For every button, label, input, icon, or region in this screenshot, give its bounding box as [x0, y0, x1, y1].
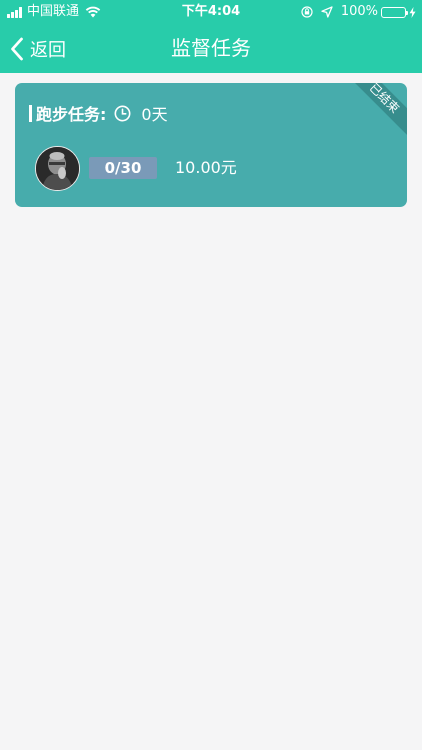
avatar-image	[36, 147, 79, 190]
charging-bolt-icon	[409, 6, 416, 18]
battery-percent: 100%	[340, 4, 378, 19]
task-title-row: 跑步任务: 0天	[29, 102, 168, 124]
task-amount: 10.00元	[175, 158, 237, 177]
rotation-lock-icon	[301, 6, 313, 18]
progress-badge: 0/30	[89, 157, 157, 179]
page-title: 监督任务	[171, 36, 251, 60]
task-card[interactable]: 跑步任务: 0天 已结束 0/30 10.00元	[15, 83, 407, 207]
avatar[interactable]	[35, 146, 80, 191]
app-header: 中国联通 下午4:04 100% 返回 监督任务	[0, 0, 422, 73]
clock-icon	[114, 105, 131, 121]
navigation-bar: 返回 监督任务	[0, 24, 422, 73]
task-days: 0天	[141, 105, 168, 124]
status-bar: 中国联通 下午4:04 100%	[0, 0, 422, 24]
location-arrow-icon	[321, 6, 333, 18]
status-ribbon: 已结束	[344, 83, 407, 138]
task-title: 跑步任务:	[36, 105, 107, 124]
title-accent-bar	[29, 104, 32, 122]
battery-icon	[381, 6, 408, 18]
status-bar-right: 100%	[301, 0, 416, 24]
